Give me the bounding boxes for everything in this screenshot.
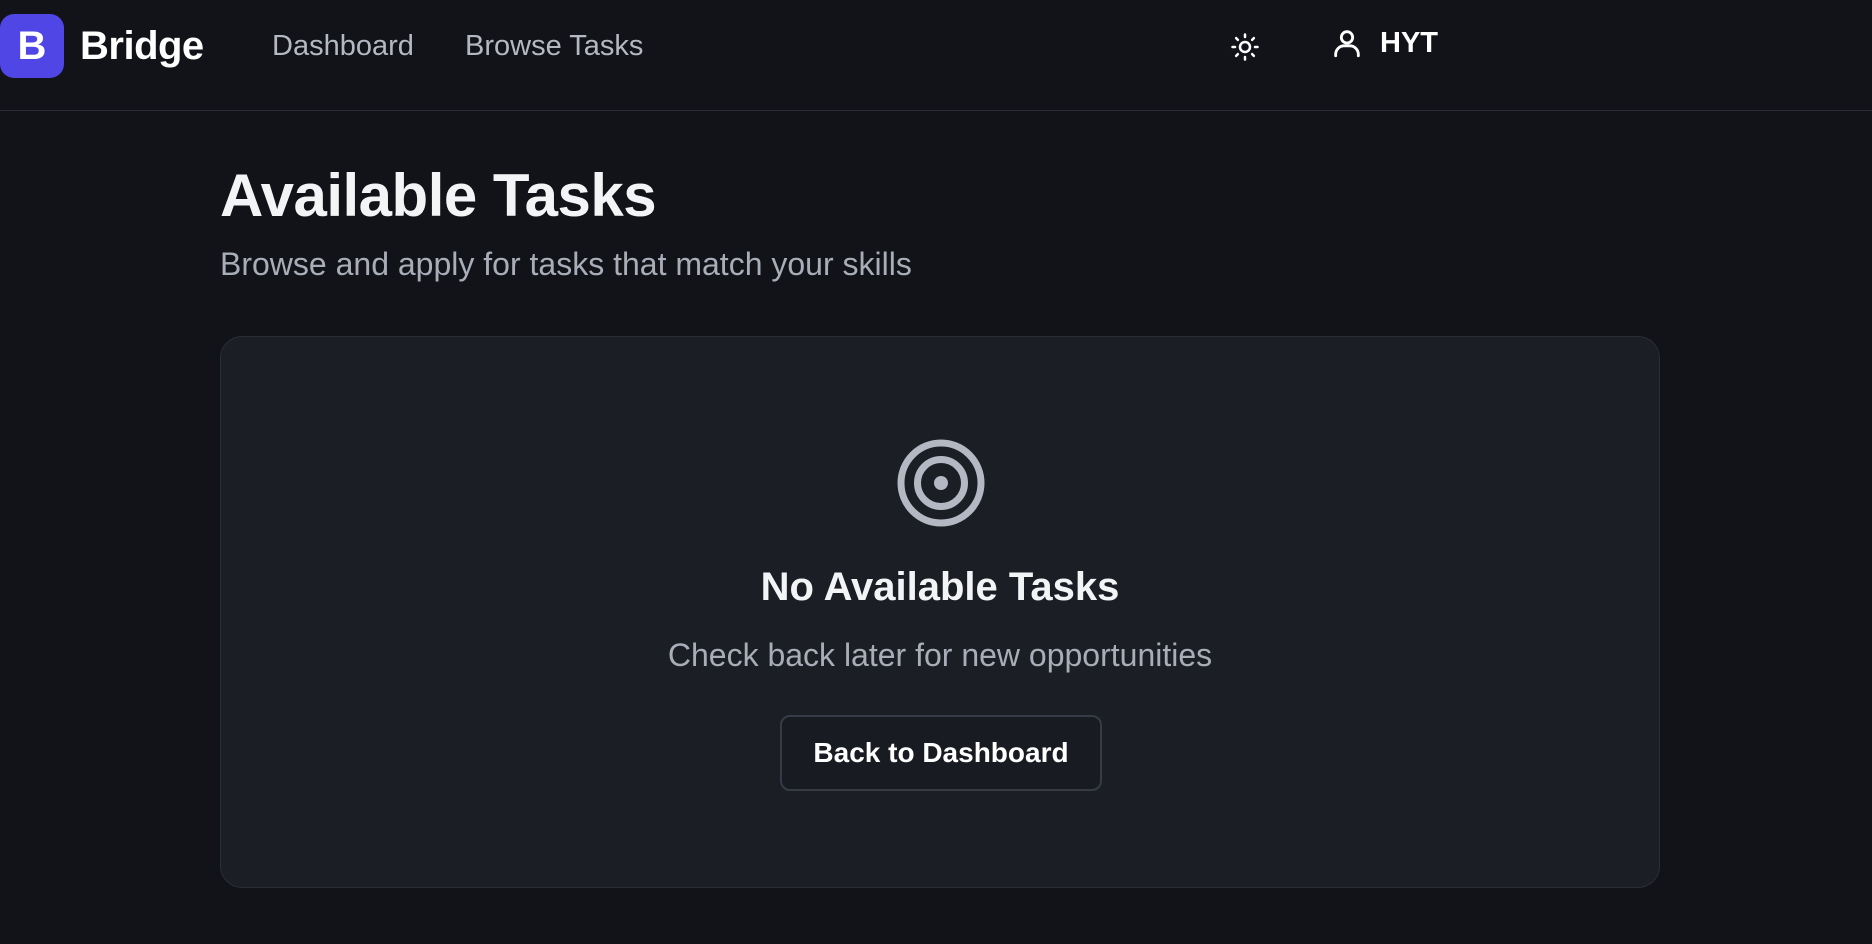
top-navigation-bar: B Bridge Dashboard Browse Tasks HYT <box>0 0 1872 111</box>
target-icon <box>897 439 985 527</box>
back-to-dashboard-button[interactable]: Back to Dashboard <box>780 715 1102 791</box>
brand-name: Bridge <box>80 23 204 68</box>
nav-link-browse-tasks[interactable]: Browse Tasks <box>465 28 643 64</box>
empty-state-title: No Available Tasks <box>760 565 1120 609</box>
empty-state-card: No Available Tasks Check back later for … <box>220 336 1660 888</box>
logo-mark: B <box>0 14 64 78</box>
page-title: Available Tasks <box>220 162 657 229</box>
user-name: HYT <box>1380 26 1438 59</box>
brand-logo-link[interactable]: B Bridge <box>0 14 204 78</box>
page-subtitle: Browse and apply for tasks that match yo… <box>220 246 912 282</box>
theme-toggle-button[interactable] <box>1226 28 1264 66</box>
user-menu-button[interactable]: HYT <box>1330 26 1438 60</box>
empty-state-message: Check back later for new opportunities <box>667 637 1213 673</box>
nav-link-dashboard[interactable]: Dashboard <box>272 28 414 64</box>
user-icon <box>1334 30 1360 58</box>
sun-icon <box>1231 33 1259 61</box>
